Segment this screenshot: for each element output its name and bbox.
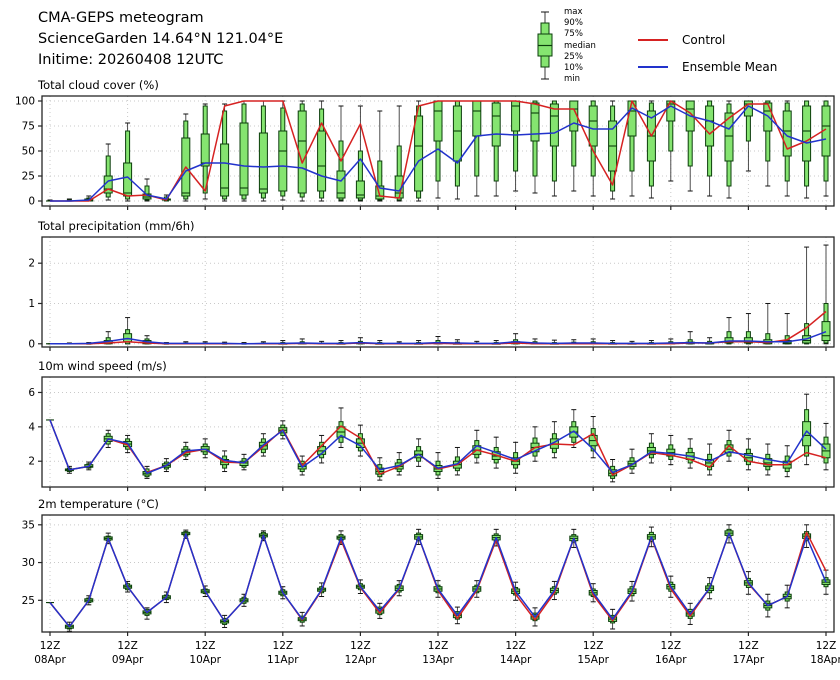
ytick-label-temp: 30 <box>22 557 35 569</box>
xtick-date: 18Apr <box>810 654 840 666</box>
ytick-label-precip: 2 <box>28 258 35 270</box>
meteogram-screenshot: { "header": { "line1": "CMA-GEPS meteogr… <box>0 0 840 680</box>
ytick-label-wind: 6 <box>28 387 35 399</box>
xtick-date: 10Apr <box>189 654 221 666</box>
xtick-hour: 12Z <box>195 640 216 652</box>
xtick-hour: 12Z <box>273 640 294 652</box>
xtick-hour: 12Z <box>40 640 61 652</box>
panel-title-cloud: Total cloud cover (%) <box>37 78 159 92</box>
ytick-label-cloud: 0 <box>28 196 35 208</box>
ytick-label-temp: 35 <box>22 519 35 531</box>
panel-title-precip: Total precipitation (mm/6h) <box>37 219 194 233</box>
panel-precip: 0 1 2 Total precipitation (mm/6h) <box>28 219 834 351</box>
xtick-date: 09Apr <box>112 654 144 666</box>
ytick-label-cloud: 100 <box>15 96 35 108</box>
xtick-hour: 12Z <box>428 640 449 652</box>
ytick-label-precip: 1 <box>28 298 35 310</box>
xtick-date: 14Apr <box>500 654 532 666</box>
panel-title-wind: 10m wind speed (m/s) <box>38 359 167 373</box>
xtick-date: 12Apr <box>345 654 377 666</box>
xtick-hour: 12Z <box>661 640 682 652</box>
xtick-date: 17Apr <box>733 654 765 666</box>
ytick-label-wind: 4 <box>28 421 35 433</box>
xtick-date: 16Apr <box>655 654 687 666</box>
xtick-hour: 12Z <box>117 640 138 652</box>
panel-cloud: 0 25 50 75 100Total cloud cover (%) <box>15 78 834 210</box>
ytick-label-cloud: 25 <box>22 171 35 183</box>
ytick-label-wind: 2 <box>28 456 35 468</box>
xtick-hour: 12Z <box>738 640 759 652</box>
xtick-date: 13Apr <box>422 654 454 666</box>
ytick-label-cloud: 75 <box>22 121 35 133</box>
panel-temp: 25 30 352m temperature (°C) <box>22 497 834 636</box>
xtick-date: 15Apr <box>577 654 609 666</box>
xtick-hour: 12Z <box>583 640 604 652</box>
meteogram-panels: 0 25 50 75 100Total cloud cover (%) 0 1 2 Total … <box>0 0 840 680</box>
ytick-label-cloud: 50 <box>22 146 35 158</box>
ytick-label-temp: 25 <box>22 595 35 607</box>
ytick-label-precip: 0 <box>28 338 35 350</box>
xtick-hour: 12Z <box>505 640 526 652</box>
xtick-hour: 12Z <box>350 640 371 652</box>
xtick-date: 11Apr <box>267 654 299 666</box>
panel-wind: 2 4 6 10m wind speed (m/s) <box>28 359 834 491</box>
xtick-date: 08Apr <box>34 654 66 666</box>
xtick-hour: 12Z <box>816 640 837 652</box>
panel-title-temp: 2m temperature (°C) <box>38 497 159 511</box>
